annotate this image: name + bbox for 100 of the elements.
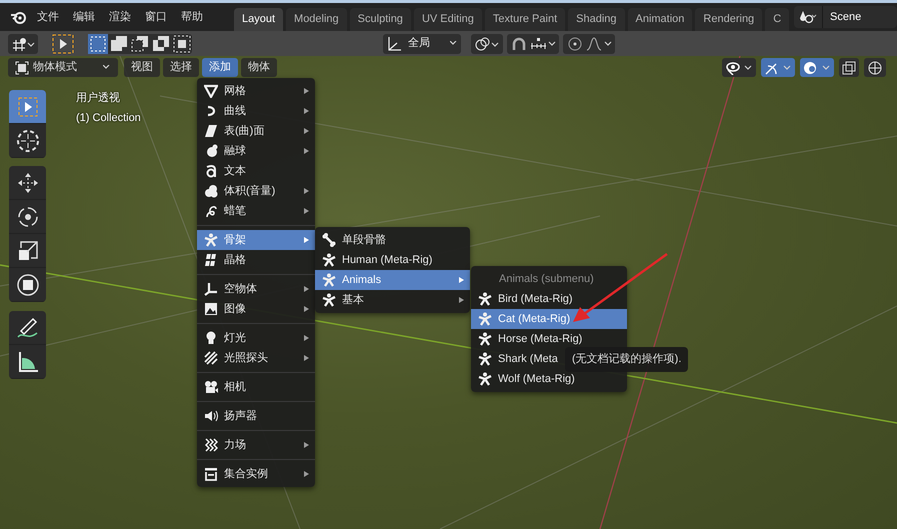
orientation-dropdown[interactable]: 全局	[383, 34, 461, 54]
menu-item[interactable]: 相机	[197, 377, 315, 397]
collection-label: (1) Collection	[76, 111, 141, 126]
menu-item[interactable]: 物体	[241, 58, 277, 77]
menu-item[interactable]: 表(曲)面	[197, 121, 315, 141]
figure-icon	[478, 352, 492, 366]
selection-mode-group[interactable]	[88, 34, 192, 54]
workspace-tab[interactable]: Layout	[234, 8, 284, 31]
tool-button[interactable]	[9, 90, 46, 124]
empty-axes-icon	[204, 282, 218, 296]
triangle-icon	[204, 84, 218, 98]
selection-mode-icon[interactable]	[151, 34, 171, 54]
magnet-icon[interactable]	[510, 36, 528, 52]
gizmo-icon	[764, 60, 792, 74]
view-name-label: 用户透视	[76, 90, 120, 106]
visibility-dropdown[interactable]	[722, 58, 756, 77]
wireframe-sphere-icon	[867, 60, 883, 74]
menu-item[interactable]: 编辑	[66, 4, 102, 30]
selection-mode-icon[interactable]	[130, 34, 150, 54]
workspace-tab[interactable]: Sculpting	[350, 8, 411, 31]
menu-item[interactable]: Human (Meta-Rig)	[315, 250, 470, 270]
menu-item[interactable]: 基本	[315, 290, 470, 310]
menu-item[interactable]: 选择	[163, 58, 199, 77]
menu-item[interactable]: 融球	[197, 141, 315, 161]
axes-icon	[386, 36, 402, 52]
mode-dropdown[interactable]: 物体模式	[8, 58, 118, 77]
bone-icon	[322, 233, 336, 247]
figure-icon	[478, 312, 492, 326]
workspace-tab[interactable]: Shading	[568, 8, 624, 31]
menu-item[interactable]: 体积(音量)	[197, 181, 315, 201]
proportional-editing-group[interactable]	[563, 34, 615, 54]
menu-item[interactable]: 文本	[197, 161, 315, 181]
menu-item[interactable]: Animals	[315, 270, 470, 290]
menu-item[interactable]: 文件	[30, 4, 66, 30]
stroke-icon	[204, 204, 218, 218]
text-icon	[204, 164, 218, 178]
pivot-dropdown[interactable]	[8, 34, 38, 54]
menu-item[interactable]: 扬声器	[197, 406, 315, 426]
falloff-curve-icon[interactable]	[586, 36, 612, 50]
scene-icon[interactable]	[798, 10, 818, 24]
bulb-icon	[204, 331, 218, 345]
caret-icon	[450, 41, 458, 46]
figure-icon	[204, 233, 218, 247]
menu-item[interactable]: Cat (Meta-Rig)	[471, 309, 627, 329]
workspace-tab[interactable]: UV Editing	[414, 8, 482, 31]
pivot-point-dropdown[interactable]	[471, 34, 503, 54]
caret-icon	[103, 65, 111, 70]
figure-icon	[478, 292, 492, 306]
workspace-tab[interactable]: Animation	[628, 8, 692, 31]
menu-item[interactable]: 晶格	[197, 250, 315, 270]
shading-button[interactable]	[864, 58, 886, 77]
workspace-tab[interactable]: Rendering	[695, 8, 762, 31]
menu-item[interactable]: 图像	[197, 299, 315, 319]
menu-item[interactable]: 单段骨骼	[315, 230, 470, 250]
selection-mode-icon[interactable]	[172, 34, 192, 54]
menu-item[interactable]: 骨架	[197, 230, 315, 250]
menu-item[interactable]: 添加	[202, 58, 238, 77]
workspace-tab[interactable]: Modeling	[286, 8, 347, 31]
proportional-editing-icon[interactable]	[566, 36, 584, 52]
probe-stripes-icon	[204, 351, 218, 365]
menu-item[interactable]: 光照探头	[197, 348, 315, 368]
menu-item[interactable]: 蜡笔	[197, 201, 315, 221]
menu-item[interactable]: 空物体	[197, 279, 315, 299]
figure-icon	[322, 293, 336, 307]
menu-item[interactable]: 视图	[124, 58, 160, 77]
gizmo-dropdown[interactable]	[761, 58, 795, 77]
menu-item[interactable]: 帮助	[174, 4, 210, 30]
menu-item[interactable]: 力场	[197, 435, 315, 455]
workspace-tab[interactable]: C	[765, 8, 790, 31]
snap-increment-icon[interactable]	[530, 36, 556, 50]
surface-icon	[204, 124, 218, 138]
menu-item[interactable]: 灯光	[197, 328, 315, 348]
transform-icon	[14, 272, 40, 298]
selection-mode-icon[interactable]	[88, 34, 108, 54]
select-tool-icon	[52, 34, 74, 54]
cloud-icon	[204, 184, 218, 198]
menu-item[interactable]: 曲线	[197, 101, 315, 121]
selection-mode-icon[interactable]	[109, 34, 129, 54]
image-icon	[204, 302, 218, 316]
menu-item[interactable]: 窗口	[138, 4, 174, 30]
menu-item[interactable]: 渲染	[102, 4, 138, 30]
menu-item[interactable]: 网格	[197, 81, 315, 101]
snapping-group[interactable]	[507, 34, 559, 54]
camera-icon	[204, 380, 218, 394]
tooltip: (无文档记载的操作项).	[565, 347, 688, 372]
xray-button[interactable]	[839, 58, 859, 77]
menu-item[interactable]: Bird (Meta-Rig)	[471, 289, 627, 309]
workspace-tab[interactable]: Texture Paint	[484, 8, 566, 31]
overlays-icon	[803, 60, 831, 74]
menu-item[interactable]: Horse (Meta-Rig)	[471, 329, 627, 349]
menu-item[interactable]: Wolf (Meta-Rig)	[471, 369, 627, 389]
logo-icon	[10, 10, 26, 24]
figure-icon	[478, 372, 492, 386]
figure-icon	[322, 273, 336, 287]
transform-pivot-icon	[11, 36, 35, 50]
figure-icon	[478, 332, 492, 346]
visibility-icon	[725, 60, 753, 74]
object-mode-icon	[15, 60, 29, 74]
overlays-dropdown[interactable]	[800, 58, 834, 77]
menu-item[interactable]: 集合实例	[197, 464, 315, 484]
